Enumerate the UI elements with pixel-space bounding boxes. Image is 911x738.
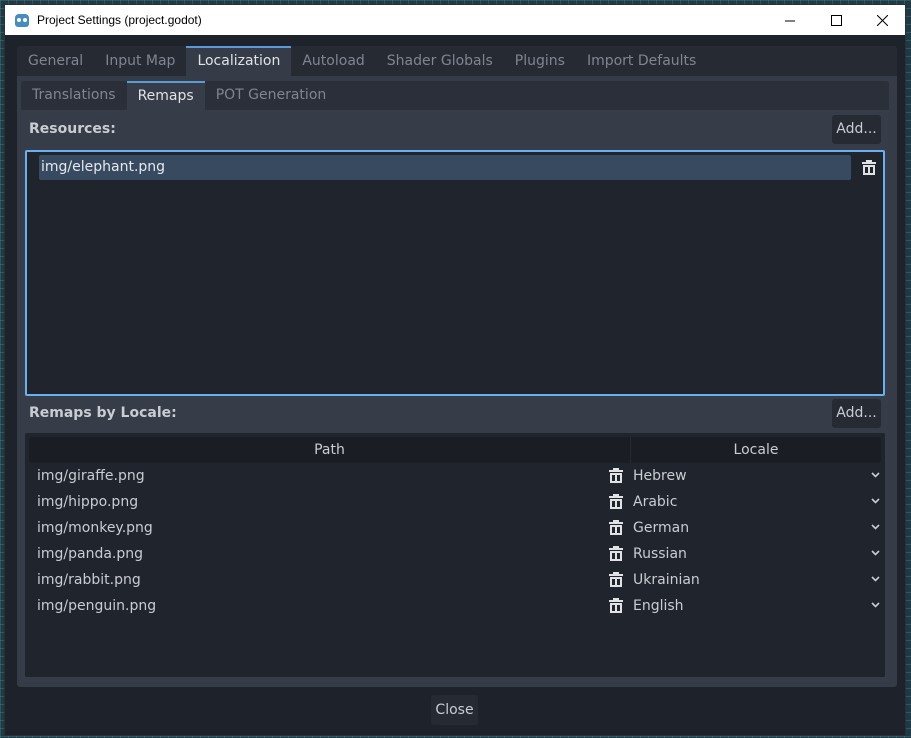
add-remap-button[interactable]: Add... [832,399,881,428]
window-title: Project Settings (project.godot) [37,13,202,27]
close-icon [876,14,888,26]
chevron-down-icon [871,524,880,530]
chevron-down-icon [871,498,880,504]
title-bar: Project Settings (project.godot) [5,5,905,35]
resources-label: Resources: [29,121,116,137]
table-row: img/penguin.png English [25,593,885,619]
project-settings-window: Project Settings (project.godot) General… [5,5,905,735]
chevron-down-icon [871,472,880,478]
close-button[interactable]: Close [431,695,478,725]
tab-general[interactable]: General [17,46,94,76]
column-header-locale[interactable]: Locale [631,437,881,463]
locale-value: German [633,520,690,536]
tab-localization[interactable]: Localization [186,46,292,76]
tab-input-map[interactable]: Input Map [94,46,186,76]
locale-dropdown[interactable]: English [632,593,882,619]
tab-import-defaults[interactable]: Import Defaults [576,46,707,76]
godot-logo-icon [15,13,29,27]
table-row: img/hippo.png Arabic [25,489,885,515]
chevron-down-icon [871,576,880,582]
minimize-icon [784,20,795,21]
remap-path[interactable]: img/hippo.png [37,494,138,510]
locale-dropdown[interactable]: Arabic [632,489,882,515]
table-row: img/monkey.png German [25,515,885,541]
add-resource-button[interactable]: Add... [832,115,881,144]
locale-value: Arabic [633,494,678,510]
tab-shader-globals[interactable]: Shader Globals [376,46,504,76]
trash-icon[interactable] [862,160,876,176]
localization-tab-container: Translations Remaps POT Generation Resourc… [21,81,889,681]
locale-dropdown[interactable]: German [632,515,882,541]
table-header: Path Locale [29,437,881,463]
locale-dropdown[interactable]: Ukrainian [632,567,882,593]
resource-item[interactable]: img/elephant.png [39,155,851,180]
trash-icon[interactable] [609,598,623,614]
remap-path[interactable]: img/rabbit.png [37,572,141,588]
maximize-button[interactable] [813,5,859,35]
locale-value: English [633,598,684,614]
remaps-by-locale-label: Remaps by Locale: [29,405,177,421]
subtab-pot-generation[interactable]: POT Generation [205,81,338,110]
subtab-translations[interactable]: Translations [21,81,127,110]
settings-tab-container: General Input Map Localization Autoload Shad… [17,46,897,687]
remap-path[interactable]: img/panda.png [37,546,143,562]
trash-icon[interactable] [609,494,623,510]
table-body: img/giraffe.png Hebrew img/hippo.png Arabic… [25,463,885,619]
localization-sub-tab-bar: Translations Remaps POT Generation [21,81,337,110]
table-row: img/giraffe.png Hebrew [25,463,885,489]
trash-icon[interactable] [609,572,623,588]
trash-icon[interactable] [609,520,623,536]
locale-value: Hebrew [633,468,687,484]
trash-icon[interactable] [609,546,623,562]
tab-plugins[interactable]: Plugins [504,46,576,76]
minimize-button[interactable] [767,5,813,35]
remap-path[interactable]: img/penguin.png [37,598,156,614]
close-window-button[interactable] [859,5,905,35]
locale-dropdown[interactable]: Hebrew [632,463,882,489]
remap-path[interactable]: img/giraffe.png [37,468,145,484]
chevron-down-icon [871,550,880,556]
subtab-remaps[interactable]: Remaps [126,81,205,110]
trash-icon[interactable] [609,468,623,484]
tab-autoload[interactable]: Autoload [291,46,375,76]
localization-panel: Translations Remaps POT Generation Resourc… [17,76,897,687]
table-row: img/rabbit.png Ukrainian [25,567,885,593]
main-tab-bar: General Input Map Localization Autoload Shad… [17,46,707,76]
remap-path[interactable]: img/monkey.png [37,520,153,536]
locale-value: Russian [633,546,687,562]
locale-dropdown[interactable]: Russian [632,541,882,567]
remaps-table: Path Locale img/giraffe.png Hebrew img/hip… [25,433,885,677]
column-header-path[interactable]: Path [29,437,631,463]
remaps-panel: Resources: Add... img/elephant.png Remap… [21,110,889,681]
maximize-icon [830,14,842,26]
resources-list[interactable]: img/elephant.png [25,150,885,396]
chevron-down-icon [871,602,880,608]
table-row: img/panda.png Russian [25,541,885,567]
locale-value: Ukrainian [633,572,700,588]
window-controls [767,5,905,35]
